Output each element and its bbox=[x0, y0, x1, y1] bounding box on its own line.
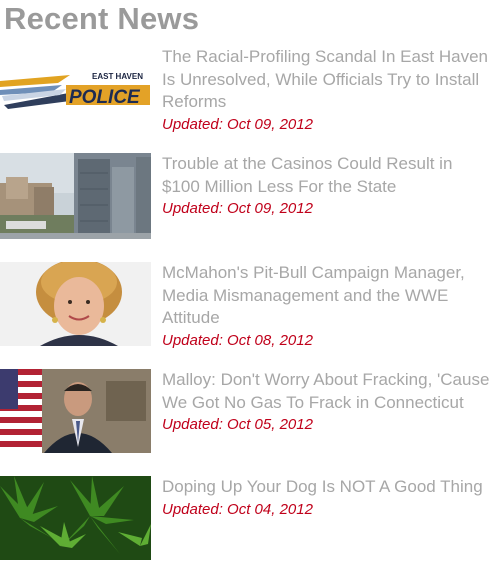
man-with-flag-photo bbox=[0, 369, 151, 453]
article-thumbnail[interactable] bbox=[0, 476, 151, 560]
article-thumbnail[interactable] bbox=[0, 369, 151, 453]
logo-bottom-text: POLICE bbox=[69, 87, 141, 108]
article-text: Trouble at the Casinos Could Result in $… bbox=[162, 153, 490, 219]
article-headline-link[interactable]: Doping Up Your Dog Is NOT A Good Thing bbox=[162, 476, 490, 499]
east-haven-police-logo: EAST HAVEN POLICE bbox=[0, 65, 151, 135]
cannabis-leaves-photo bbox=[0, 476, 151, 560]
logo-top-text: EAST HAVEN bbox=[92, 72, 143, 81]
article-text: Malloy: Don't Worry About Fracking, 'Cau… bbox=[162, 369, 490, 435]
article-date: Updated: Oct 08, 2012 bbox=[162, 331, 313, 349]
article-headline-link[interactable]: Trouble at the Casinos Could Result in $… bbox=[162, 153, 490, 198]
article-date: Updated: Oct 09, 2012 bbox=[162, 200, 313, 217]
article-date: Updated: Oct 09, 2012 bbox=[162, 115, 313, 133]
article-headline-link[interactable]: Malloy: Don't Worry About Fracking, 'Cau… bbox=[162, 369, 490, 414]
article-thumbnail[interactable] bbox=[0, 153, 151, 239]
article-date: Updated: Oct 05, 2012 bbox=[162, 416, 313, 433]
casino-buildings-photo bbox=[0, 153, 151, 239]
article-text: Doping Up Your Dog Is NOT A Good Thing U… bbox=[162, 476, 490, 520]
article-text: The Racial-Profiling Scandal In East Hav… bbox=[162, 46, 490, 135]
woman-portrait-photo bbox=[0, 262, 151, 346]
article-thumbnail[interactable]: EAST HAVEN POLICE bbox=[0, 65, 151, 135]
widget-title: Recent News bbox=[4, 1, 200, 36]
article-text: McMahon's Pit-Bull Campaign Manager, Med… bbox=[162, 262, 490, 351]
article-headline-link[interactable]: McMahon's Pit-Bull Campaign Manager, Med… bbox=[162, 262, 490, 330]
article-thumbnail[interactable] bbox=[0, 262, 151, 346]
article-headline-link[interactable]: The Racial-Profiling Scandal In East Hav… bbox=[162, 46, 490, 114]
article-date: Updated: Oct 04, 2012 bbox=[162, 500, 313, 518]
